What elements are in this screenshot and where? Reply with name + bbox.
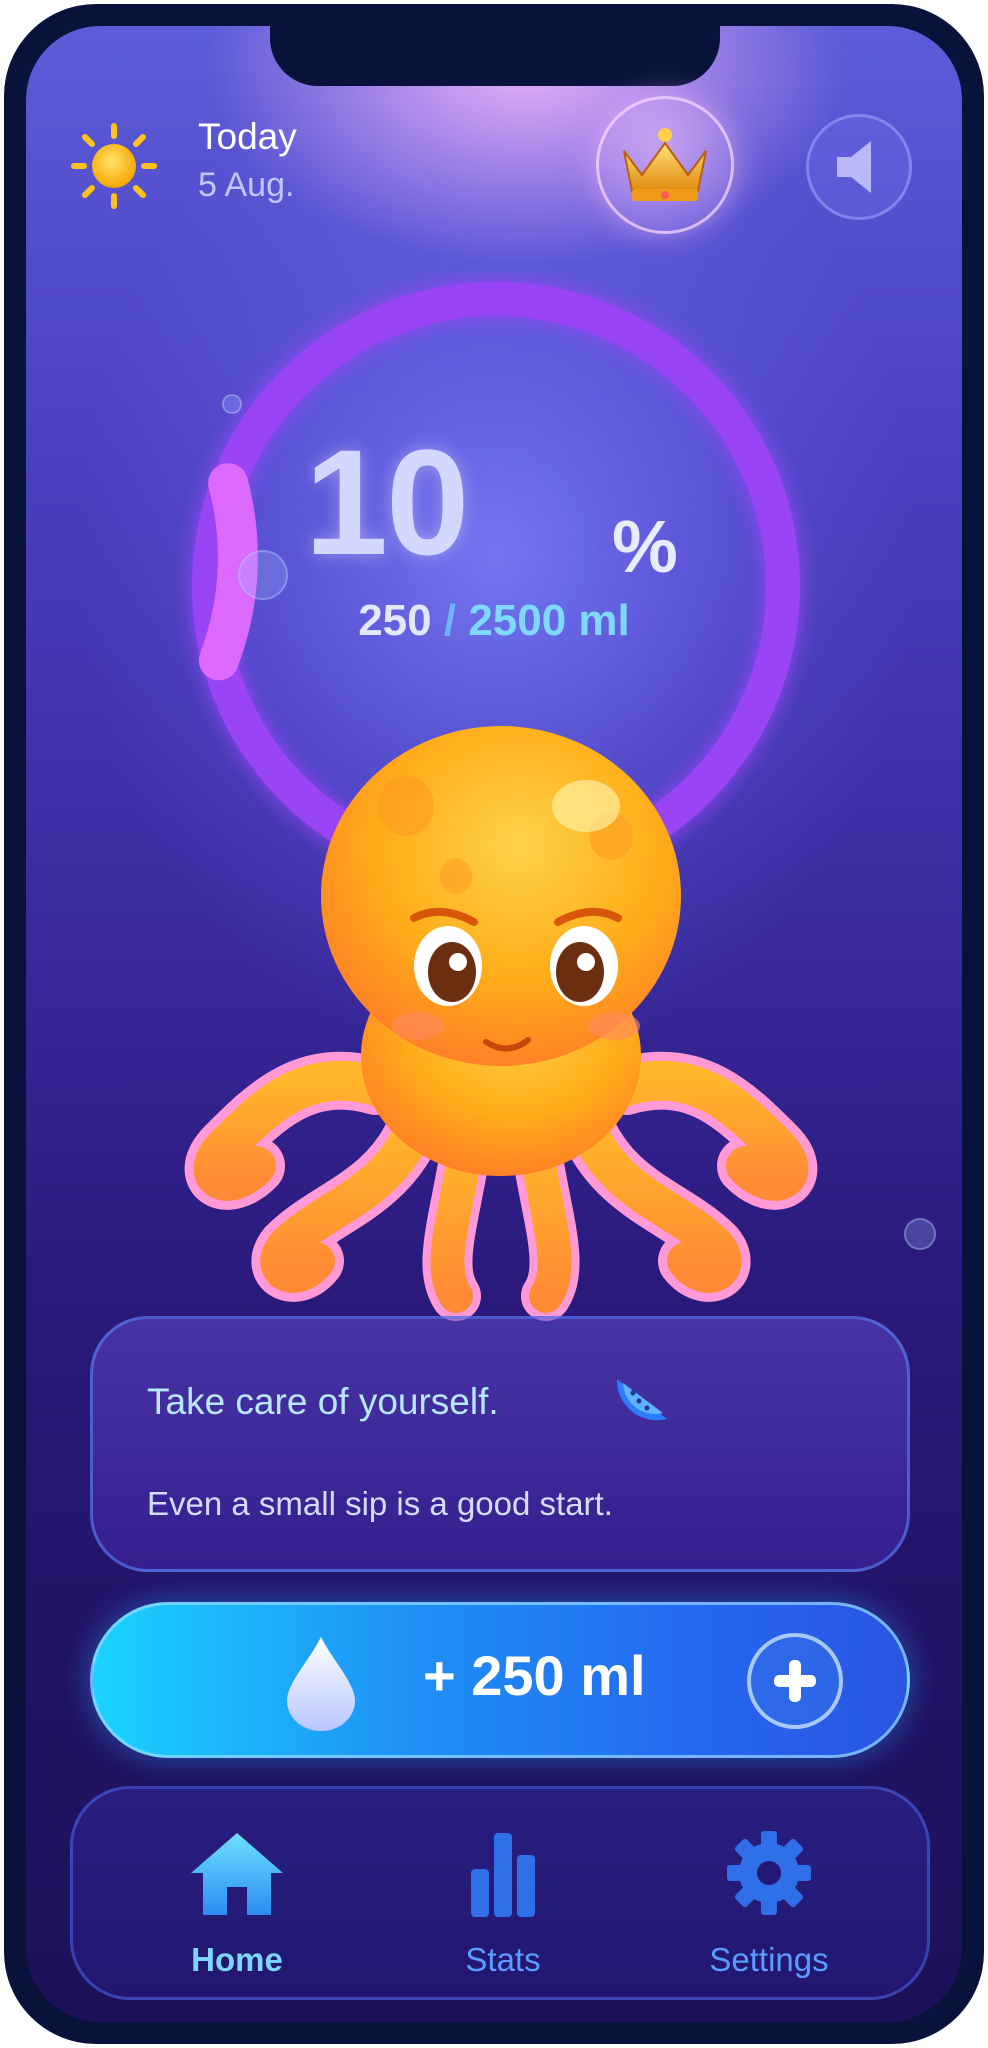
bottom-navigation: Home Stats Settings: [70, 1786, 930, 2000]
app-screen: Today 5 Aug. 10 % 250 / 2500 ml Take car…: [26, 26, 962, 2022]
motivation-body: Even a small sip is a good start.: [147, 1485, 613, 1522]
bubble-decoration: [904, 1218, 936, 1250]
add-water-button[interactable]: + 250 ml: [90, 1602, 910, 1758]
bubble-decoration: [222, 394, 242, 414]
motivation-card: Take care of yourself. Even a small sip …: [90, 1316, 910, 1572]
sound-toggle-button[interactable]: [806, 114, 912, 220]
plus-button[interactable]: [747, 1633, 843, 1729]
sun-icon: [71, 123, 157, 209]
amount-separator: /: [443, 596, 457, 645]
phone-frame: Today 5 Aug. 10 % 250 / 2500 ml Take car…: [4, 4, 984, 2044]
bubble-decoration: [238, 550, 288, 600]
consumed-amount: 250: [358, 596, 432, 645]
day-label: Today: [198, 116, 297, 157]
premium-button[interactable]: [596, 96, 734, 234]
plus-icon: [774, 1660, 816, 1702]
bar-chart-icon: [471, 1833, 535, 1917]
speaker-icon: [837, 141, 871, 193]
octopus-mascot: [184, 726, 818, 1321]
date-label: 5 Aug.: [198, 166, 295, 204]
nav-label-settings: Settings: [709, 1941, 829, 1978]
progress-amount: 250 / 2500 ml: [26, 596, 962, 646]
phone-notch: [270, 26, 720, 86]
nav-item-home[interactable]: Home: [117, 1789, 357, 2003]
motivation-title: Take care of yourself.: [147, 1381, 499, 1422]
nav-label-stats: Stats: [465, 1941, 541, 1978]
gear-icon: [727, 1831, 811, 1915]
add-water-label: + 250 ml: [423, 1644, 646, 1707]
home-icon: [191, 1833, 283, 1915]
watermelon-icon: [616, 1379, 667, 1421]
goal-amount: 2500 ml: [468, 596, 630, 645]
nav-item-settings[interactable]: Settings: [649, 1789, 889, 2003]
nav-label-home: Home: [191, 1941, 283, 1978]
nav-item-stats[interactable]: Stats: [383, 1789, 623, 2003]
water-drop-icon: [287, 1637, 355, 1731]
percent-sign: %: [612, 505, 678, 588]
crown-icon: [623, 128, 707, 201]
